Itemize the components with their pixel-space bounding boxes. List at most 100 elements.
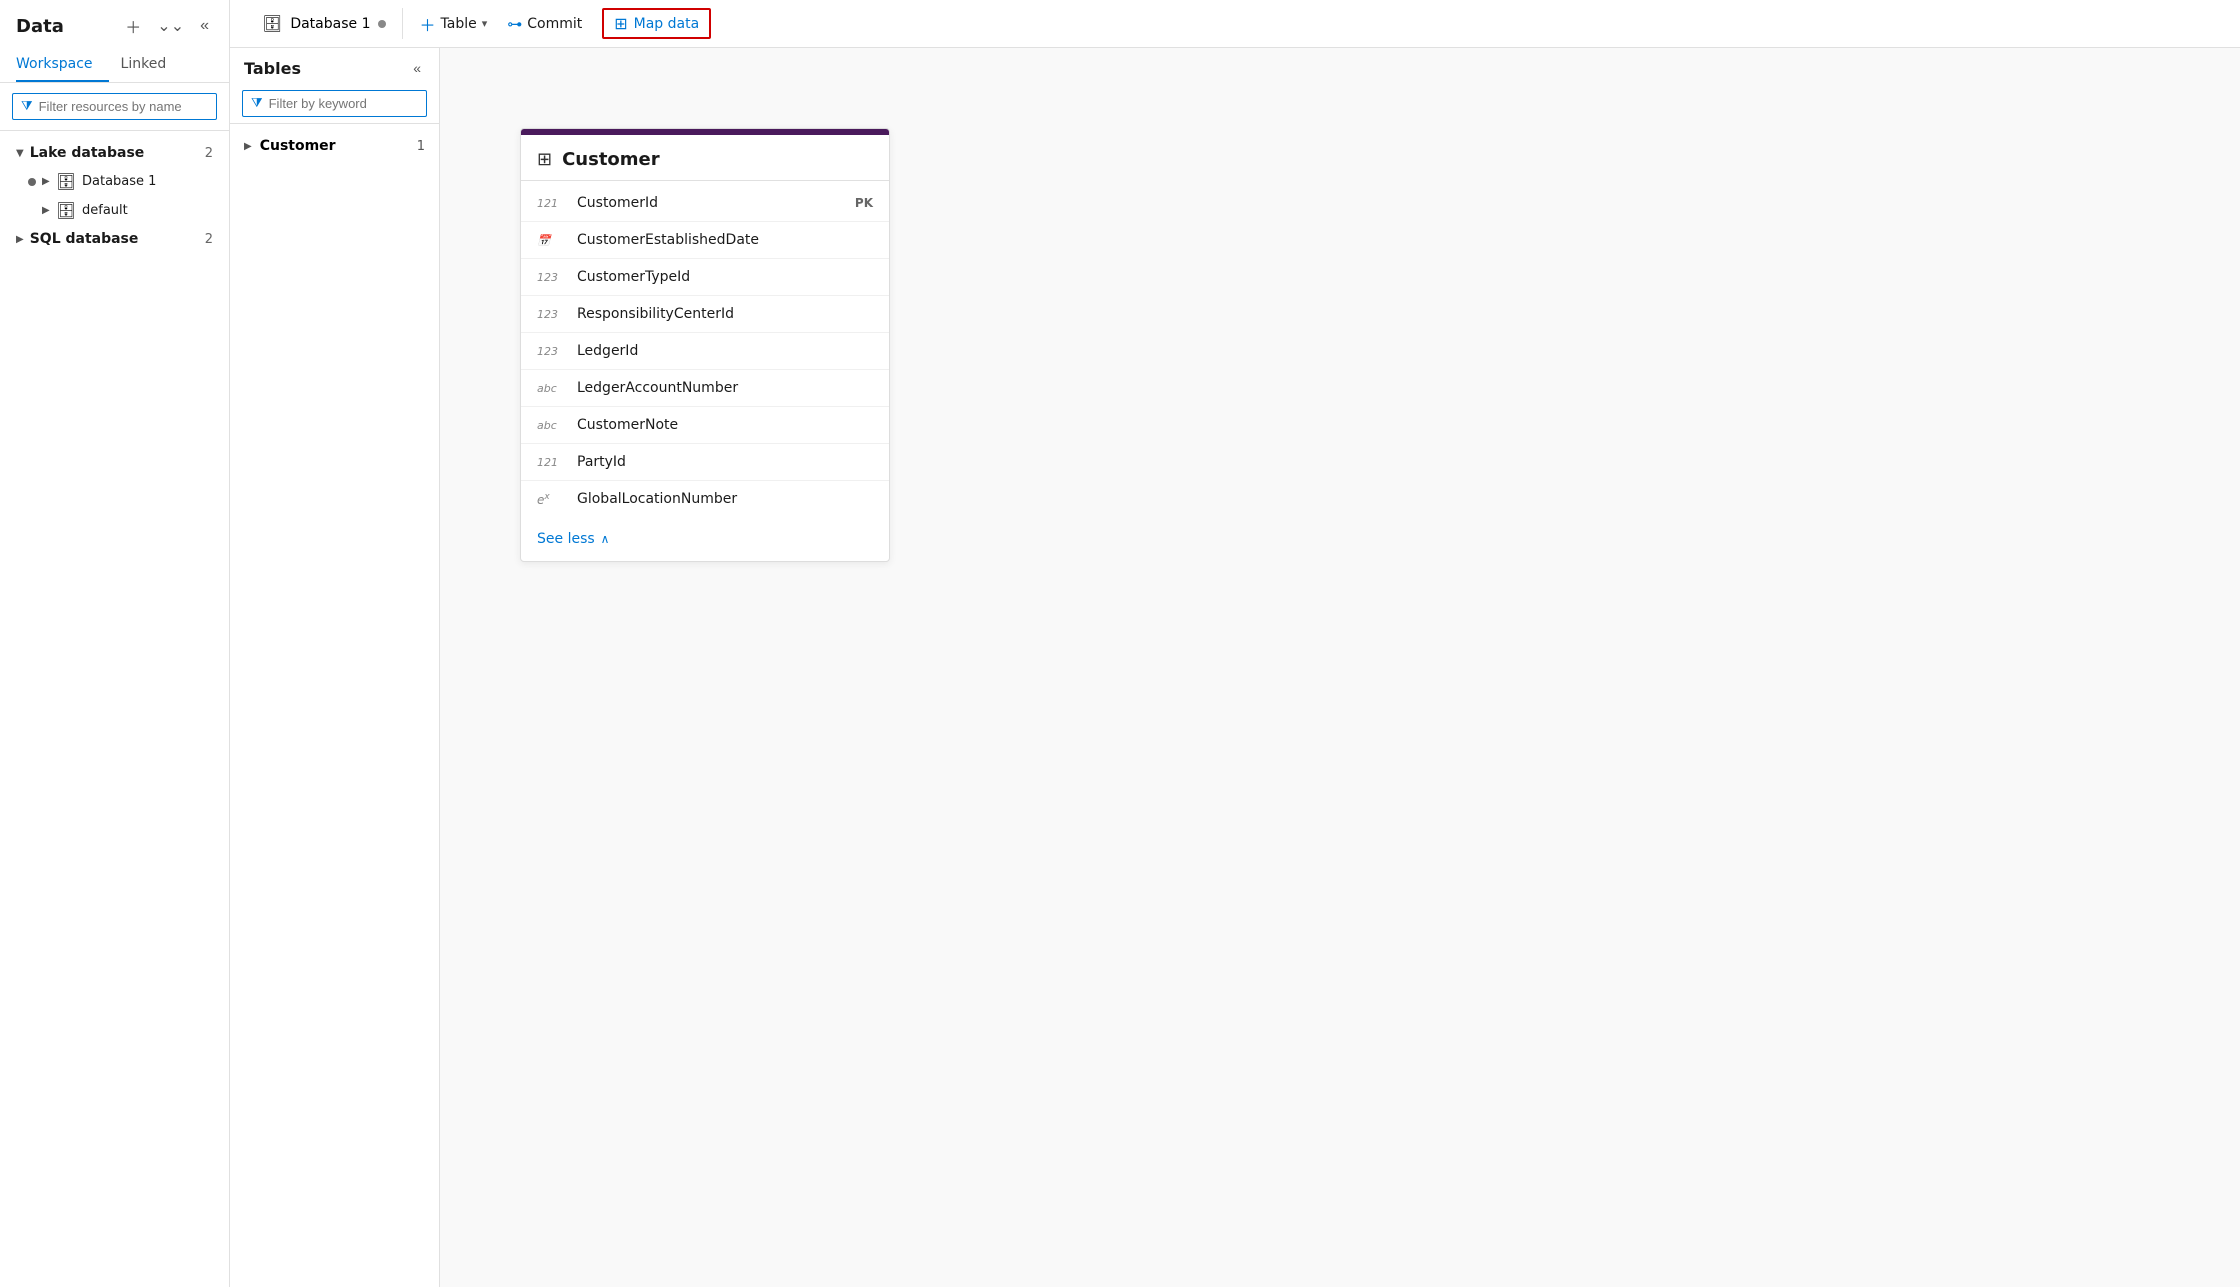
toolbar-actions: ＋ Table ▾ ⊶ Commit ⊞ Map data: [403, 8, 727, 39]
partyid-type-icon: 121: [537, 456, 565, 469]
lake-db-chevron-icon: ▼: [16, 148, 24, 159]
expand-collapse-button[interactable]: ⌄⌄: [153, 14, 188, 38]
sql-database-section-header[interactable]: ▶ SQL database 2: [0, 225, 229, 253]
tables-header: Tables «: [230, 48, 439, 84]
customernote-name: CustomerNote: [577, 417, 861, 433]
tree-item-default[interactable]: ▶ 🗄 default: [0, 196, 229, 225]
customer-table-chevron-icon: ▶: [244, 141, 252, 152]
responsibilitycenterid-name: ResponsibilityCenterId: [577, 306, 861, 322]
customer-card-header: ⊞ Customer: [521, 135, 889, 181]
add-button[interactable]: ＋: [121, 12, 145, 40]
database1-chevron-icon: ▶: [42, 176, 50, 187]
sql-database-count: 2: [205, 232, 213, 247]
map-data-icon: ⊞: [614, 14, 627, 33]
ledgerid-type-icon: 123: [537, 345, 565, 358]
globallocationnumber-name: GlobalLocationNumber: [577, 491, 861, 507]
filter-keyword-area: ⧩: [230, 84, 439, 124]
database1-label: Database 1: [82, 174, 156, 189]
table-list: ▶ Customer 1: [230, 124, 439, 1287]
customer-card: ⊞ Customer 121 CustomerId PK 📅 CustomerE…: [520, 128, 890, 562]
customer-table-icon: ⊞: [537, 149, 552, 170]
collapse-panel-button[interactable]: «: [196, 15, 213, 37]
ledgeraccountnumber-type-icon: abc: [537, 382, 565, 395]
database1-db-icon: 🗄: [56, 172, 76, 191]
database1-tab[interactable]: 🗄 Database 1: [246, 8, 403, 39]
table-chevron-icon: ▾: [482, 17, 488, 30]
customernote-type-icon: abc: [537, 419, 565, 432]
commit-icon: ⊶: [507, 15, 522, 33]
filter-input-wrap: ⧩: [12, 93, 217, 120]
filter-resources-input[interactable]: [39, 99, 208, 114]
customertypeid-type-icon: 123: [537, 271, 565, 284]
tab-linked[interactable]: Linked: [121, 48, 183, 82]
content-row: Tables « ⧩ ▶ Customer 1: [230, 48, 2240, 1287]
customerid-type-icon: 121: [537, 197, 565, 210]
default-chevron-icon: ▶: [42, 205, 50, 216]
lake-database-label: Lake database: [30, 145, 145, 161]
field-list: 121 CustomerId PK 📅 CustomerEstablishedD…: [521, 181, 889, 521]
field-row-globallocationnumber: ex GlobalLocationNumber: [521, 481, 889, 517]
customerid-pk: PK: [855, 196, 873, 210]
field-row-ledgeraccountnumber: abc LedgerAccountNumber: [521, 370, 889, 407]
sql-database-label: SQL database: [30, 231, 139, 247]
db-tab-label: Database 1: [290, 16, 370, 32]
tables-panel: Tables « ⧩ ▶ Customer 1: [230, 48, 440, 1287]
tree-item-database1[interactable]: ▶ 🗄 Database 1: [0, 167, 229, 196]
map-data-toolbar-item[interactable]: ⊞ Map data: [602, 8, 711, 39]
database1-dot: [28, 178, 36, 186]
table-toolbar-item[interactable]: ＋ Table ▾: [419, 12, 487, 36]
left-header-icons: ＋ ⌄⌄ «: [121, 12, 213, 40]
left-panel: Data ＋ ⌄⌄ « Workspace Linked ⧩ ▼ Lake da…: [0, 0, 230, 1287]
field-row-customernote: abc CustomerNote: [521, 407, 889, 444]
lake-database-section-header[interactable]: ▼ Lake database 2: [0, 139, 229, 167]
map-data-label: Map data: [634, 16, 700, 32]
sql-db-chevron-icon: ▶: [16, 234, 24, 245]
field-row-partyid: 121 PartyId: [521, 444, 889, 481]
customer-card-title: Customer: [562, 149, 660, 170]
ledgerid-name: LedgerId: [577, 343, 861, 359]
globallocationnumber-type-icon: ex: [537, 492, 565, 507]
page-toolbar: 🗄 Database 1 ＋ Table ▾ ⊶ Commit ⊞ Map da…: [230, 0, 2240, 48]
db-tab-status-dot: [378, 20, 386, 28]
db-tab-icon: 🗄: [262, 14, 282, 33]
ledgeraccountnumber-name: LedgerAccountNumber: [577, 380, 861, 396]
filter-area: ⧩: [0, 83, 229, 131]
see-less-link[interactable]: See less: [537, 531, 595, 547]
main-area: 🗄 Database 1 ＋ Table ▾ ⊶ Commit ⊞ Map da…: [230, 0, 2240, 1287]
tree-area: ▼ Lake database 2 ▶ 🗄 Database 1 ▶ 🗄 def…: [0, 131, 229, 1287]
filter-keyword-inner: ⧩: [242, 90, 427, 117]
left-header: Data ＋ ⌄⌄ «: [0, 0, 229, 48]
right-panel: ⊞ Customer 121 CustomerId PK 📅 CustomerE…: [440, 48, 2240, 1287]
customer-table-count: 1: [417, 139, 425, 154]
default-label: default: [82, 203, 128, 218]
field-row-ledgerid: 123 LedgerId: [521, 333, 889, 370]
field-row-responsibilitycenterid: 123 ResponsibilityCenterId: [521, 296, 889, 333]
default-db-icon: 🗄: [56, 201, 76, 220]
customerestablisheddate-type-icon: 📅: [537, 234, 565, 247]
tables-title: Tables: [244, 59, 301, 78]
data-title: Data: [16, 16, 64, 37]
table-label: Table: [441, 16, 477, 32]
see-less-chevron-icon: ∧: [601, 532, 610, 546]
customerestablisheddate-name: CustomerEstablishedDate: [577, 232, 861, 248]
responsibilitycenterid-type-icon: 123: [537, 308, 565, 321]
customerid-name: CustomerId: [577, 195, 843, 211]
partyid-name: PartyId: [577, 454, 861, 470]
customertypeid-name: CustomerTypeId: [577, 269, 861, 285]
see-less-row: See less ∧: [521, 521, 889, 561]
field-row-customertypeid: 123 CustomerTypeId: [521, 259, 889, 296]
collapse-tables-button[interactable]: «: [409, 58, 425, 78]
tab-workspace[interactable]: Workspace: [16, 48, 109, 82]
table-plus-icon: ＋: [419, 12, 435, 36]
tabs: Workspace Linked: [0, 48, 229, 83]
lake-database-count: 2: [205, 146, 213, 161]
filter-keyword-input[interactable]: [269, 96, 418, 111]
filter-icon: ⧩: [21, 99, 33, 114]
commit-toolbar-item[interactable]: ⊶ Commit: [507, 15, 582, 33]
table-list-item-customer[interactable]: ▶ Customer 1: [230, 130, 439, 162]
field-row-customerid: 121 CustomerId PK: [521, 185, 889, 222]
field-row-customerestablisheddate: 📅 CustomerEstablishedDate: [521, 222, 889, 259]
customer-table-name: Customer: [260, 138, 409, 154]
keyword-filter-icon: ⧩: [251, 96, 263, 111]
commit-label: Commit: [527, 16, 582, 32]
